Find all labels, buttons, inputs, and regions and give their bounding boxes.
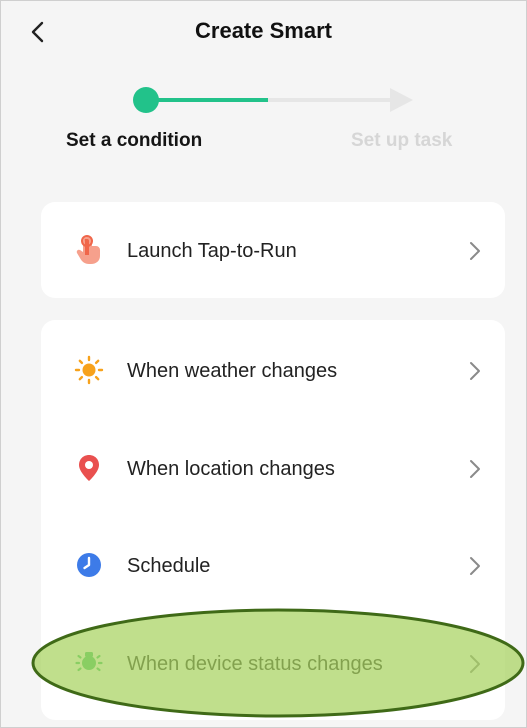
launch-tap-to-run-label: Launch Tap-to-Run: [127, 240, 297, 262]
chevron-right-icon: [470, 362, 480, 380]
chevron-right-icon: [470, 655, 480, 673]
weather-label: When weather changes: [127, 360, 338, 382]
tap-to-run-card: Launch Tap-to-Run: [41, 202, 505, 298]
tap-hand-icon: [74, 235, 104, 265]
list-item-device-status[interactable]: When device status changes: [41, 614, 505, 710]
schedule-label: Schedule: [127, 555, 211, 577]
page-title: Create Smart: [195, 18, 332, 43]
location-label: When location changes: [127, 458, 335, 480]
step-label-condition[interactable]: Set a condition: [66, 130, 202, 152]
step-arrow-icon: [390, 88, 413, 112]
chevron-right-icon: [470, 242, 480, 260]
conditions-card: When weather changes When location chang…: [41, 320, 505, 720]
list-item-location[interactable]: When location changes: [41, 418, 505, 514]
list-item-schedule[interactable]: Schedule: [41, 516, 505, 612]
sun-icon: [74, 355, 104, 385]
list-item-launch-tap-to-run[interactable]: Launch Tap-to-Run: [41, 202, 505, 298]
device-status-icon: [74, 648, 104, 678]
step-label-task: Set up task: [351, 130, 453, 151]
location-pin-icon: [74, 453, 104, 483]
device-status-label: When device status changes: [127, 653, 383, 675]
clock-icon: [74, 550, 104, 580]
header: Create Smart: [0, 0, 527, 64]
chevron-right-icon: [470, 460, 480, 478]
step-current-dot: [133, 87, 159, 113]
list-item-weather[interactable]: When weather changes: [41, 320, 505, 416]
stepper-track: [133, 87, 413, 113]
chevron-right-icon: [470, 557, 480, 575]
stepper: Set a condition Set up task: [0, 80, 527, 170]
